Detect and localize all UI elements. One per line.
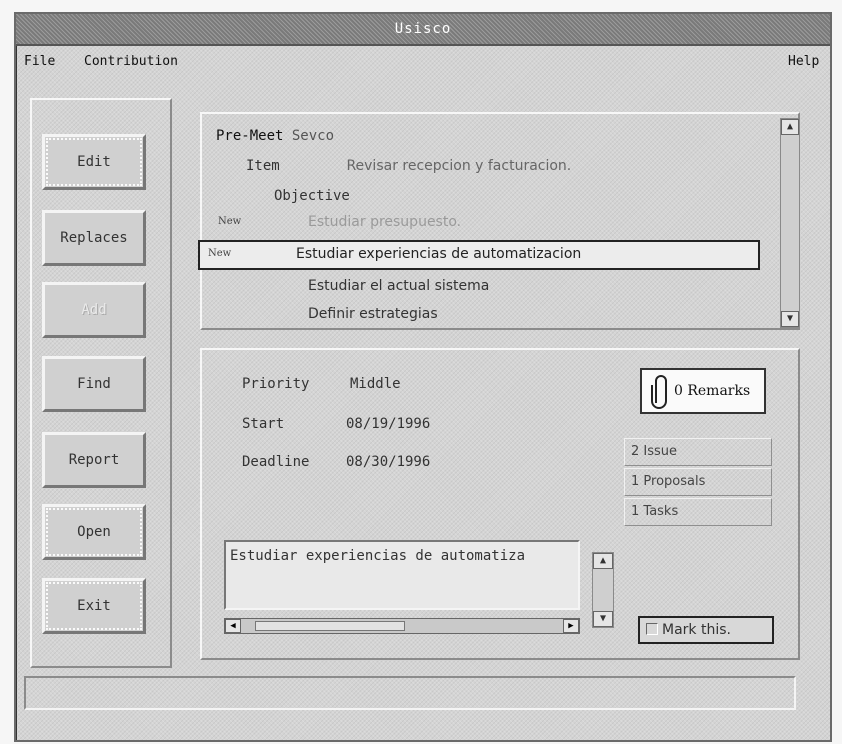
start-value: 08/19/1996 [346, 416, 431, 432]
menu-contribution[interactable]: Contribution [84, 54, 178, 69]
issue-count[interactable]: 2 Issue [624, 438, 772, 466]
up-arrow-icon[interactable]: ▲ [593, 553, 613, 569]
replaces-button[interactable]: Replaces [42, 210, 146, 266]
objective-item[interactable]: Estudiar presupuesto. [308, 214, 461, 230]
mark-this-checkbox[interactable]: Mark this. [638, 616, 774, 644]
premeet-value: Sevco [291, 128, 335, 144]
deadline-value: 08/30/1996 [346, 454, 431, 470]
tasks-count[interactable]: 1 Tasks [624, 498, 772, 526]
down-arrow-icon[interactable]: ▼ [781, 311, 799, 327]
objective-item-selected[interactable]: Estudiar experiencias de automatizacion [296, 246, 581, 262]
window-title: Usisco [394, 21, 452, 37]
item-row[interactable]: Item Revisar recepcion y facturacion. [246, 158, 571, 174]
premeet-label: Pre-Meet [216, 128, 284, 144]
objective-item[interactable]: Definir estrategias [308, 306, 438, 322]
checkbox-box[interactable] [646, 623, 658, 635]
objective-heading[interactable]: Objective [274, 188, 350, 204]
premeet-row[interactable]: Pre-Meet Sevco [216, 128, 334, 144]
menu-help[interactable]: Help [788, 54, 819, 69]
description-hscrollbar[interactable]: ◀ ▶ [224, 618, 580, 634]
priority-value: Middle [350, 376, 401, 392]
right-arrow-icon[interactable]: ▶ [563, 619, 579, 633]
scroll-thumb[interactable] [255, 621, 405, 631]
tree-scrollbar[interactable]: ▲ ▼ [780, 118, 800, 328]
add-button[interactable]: Add [42, 282, 146, 338]
proposals-count[interactable]: 1 Proposals [624, 468, 772, 496]
left-arrow-icon[interactable]: ◀ [225, 619, 241, 633]
item-value: Revisar recepcion y facturacion. [346, 158, 572, 174]
exit-button[interactable]: Exit [42, 578, 146, 634]
objective-item[interactable]: Estudiar el actual sistema [308, 278, 489, 294]
up-arrow-icon[interactable]: ▲ [781, 119, 799, 135]
tree-panel [200, 112, 800, 330]
find-button[interactable]: Find [42, 356, 146, 412]
down-arrow-icon[interactable]: ▼ [593, 611, 613, 627]
window-titlebar[interactable]: Usisco [16, 14, 830, 46]
item-label: Item [246, 158, 280, 174]
status-bar [24, 676, 796, 710]
mark-this-label: Mark this. [662, 622, 731, 638]
start-label: Start [242, 416, 285, 432]
priority-label: Priority [242, 376, 310, 392]
paperclip-icon [651, 375, 667, 409]
new-tag: New [218, 216, 242, 227]
report-button[interactable]: Report [42, 432, 146, 488]
remarks-label: 0 Remarks [674, 383, 751, 399]
description-field[interactable]: Estudiar experiencias de automatiza [224, 540, 580, 610]
edit-button[interactable]: Edit [42, 134, 146, 190]
menu-file[interactable]: File [24, 54, 55, 69]
remarks-button[interactable]: 0 Remarks [640, 368, 766, 414]
deadline-label: Deadline [242, 454, 310, 470]
open-button[interactable]: Open [42, 504, 146, 560]
menu-bar: File Contribution Help [16, 46, 830, 78]
description-vscrollbar[interactable]: ▲ ▼ [592, 552, 614, 628]
new-tag: New [208, 248, 232, 259]
